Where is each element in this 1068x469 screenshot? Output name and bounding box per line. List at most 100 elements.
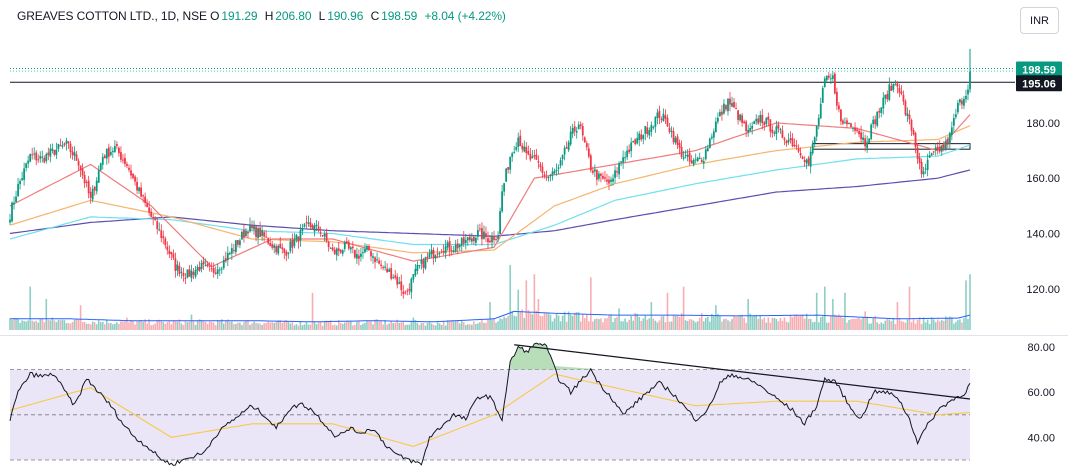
volume-bar bbox=[319, 321, 322, 330]
volume-bar bbox=[680, 313, 683, 330]
volume-bar bbox=[930, 317, 933, 330]
candle-body bbox=[442, 251, 445, 253]
volume-bar bbox=[71, 321, 74, 330]
candle-body bbox=[495, 239, 497, 241]
volume-bar bbox=[39, 319, 42, 330]
volume-bar bbox=[620, 321, 622, 330]
candle-body bbox=[134, 176, 136, 182]
candle-body bbox=[81, 168, 84, 176]
volume-bar bbox=[507, 315, 509, 330]
volume-bar bbox=[955, 321, 957, 330]
candle-body bbox=[682, 157, 685, 159]
currency-button[interactable]: INR bbox=[1020, 7, 1059, 34]
volume-bar bbox=[47, 319, 50, 330]
candle-body bbox=[313, 225, 316, 232]
candle-body bbox=[305, 222, 308, 224]
candle-body bbox=[670, 130, 673, 133]
volume-bar bbox=[606, 318, 608, 330]
candle-body bbox=[255, 226, 257, 237]
volume-bar bbox=[362, 323, 364, 330]
candle-body bbox=[241, 231, 243, 240]
volume-bar bbox=[136, 321, 138, 330]
candle-body bbox=[228, 252, 231, 255]
volume-bar bbox=[99, 322, 102, 330]
volume-bar bbox=[753, 315, 756, 330]
candle-body bbox=[868, 138, 871, 143]
volume-bar bbox=[378, 321, 380, 330]
candle-body bbox=[67, 141, 70, 144]
candle-body bbox=[245, 230, 247, 236]
candle-body bbox=[880, 107, 883, 114]
candle-body bbox=[192, 272, 195, 275]
volume-bar bbox=[807, 318, 810, 330]
candle-body bbox=[287, 252, 290, 254]
candle-body bbox=[561, 155, 564, 159]
volume-bar bbox=[283, 320, 286, 330]
candle-body bbox=[142, 195, 145, 197]
candle-body bbox=[543, 174, 546, 176]
volume-bar bbox=[370, 321, 372, 330]
candle-body bbox=[952, 118, 955, 126]
volume-bar bbox=[356, 321, 358, 330]
volume-bar bbox=[866, 316, 868, 330]
candle-body bbox=[555, 169, 558, 172]
candle-body bbox=[71, 151, 74, 156]
candle-body bbox=[325, 232, 328, 242]
volume-bar bbox=[37, 322, 40, 330]
candle-body bbox=[862, 137, 865, 141]
volume-bar bbox=[243, 321, 245, 330]
volume-bar bbox=[29, 286, 31, 330]
price-tick-label: 140.00 bbox=[1026, 228, 1060, 240]
volume-bar bbox=[523, 318, 526, 330]
candle-body bbox=[118, 147, 120, 154]
volume-bar bbox=[963, 318, 965, 330]
volume-bar bbox=[846, 322, 848, 330]
volume-bar bbox=[59, 320, 62, 330]
volume-bar bbox=[785, 321, 788, 330]
candle-body bbox=[569, 131, 572, 145]
candle-body bbox=[525, 146, 528, 154]
volume-bar bbox=[233, 324, 235, 330]
volume-bar bbox=[388, 323, 390, 330]
volume-bar bbox=[156, 320, 159, 330]
candle-body bbox=[382, 267, 385, 269]
volume-bar bbox=[27, 320, 29, 330]
candle-body bbox=[809, 151, 812, 167]
candle-body bbox=[854, 127, 856, 131]
volume-bar bbox=[892, 317, 895, 330]
volume-bar bbox=[166, 322, 169, 330]
volume-bar bbox=[533, 274, 536, 330]
volume-bar bbox=[456, 320, 459, 330]
candle-body bbox=[343, 241, 346, 249]
candle-body bbox=[323, 233, 326, 237]
volume-bar bbox=[662, 316, 665, 330]
volume-bar bbox=[97, 320, 100, 330]
volume-bar bbox=[596, 318, 598, 330]
candle-body bbox=[692, 159, 695, 165]
volume-bar bbox=[644, 315, 647, 330]
candle-body bbox=[690, 160, 693, 164]
volume-bar bbox=[210, 321, 213, 330]
candle-body bbox=[910, 119, 913, 131]
volume-bar bbox=[350, 320, 352, 330]
volume-bar bbox=[469, 324, 471, 330]
candle-body bbox=[446, 242, 449, 248]
volume-bar bbox=[648, 318, 651, 330]
candle-body bbox=[277, 245, 280, 254]
candle-body bbox=[49, 148, 52, 157]
candle-body bbox=[234, 240, 237, 253]
volume-bar bbox=[259, 323, 261, 330]
candle-body bbox=[545, 177, 548, 179]
volume-bar bbox=[418, 325, 421, 330]
candle-body bbox=[573, 126, 576, 132]
candle-body bbox=[470, 238, 473, 242]
volume-bar bbox=[654, 320, 657, 330]
volume-bar bbox=[489, 302, 491, 330]
candle-body bbox=[422, 260, 425, 268]
candle-body bbox=[156, 221, 159, 230]
candle-body bbox=[220, 268, 223, 270]
candle-body bbox=[503, 183, 506, 192]
candle-body bbox=[63, 143, 66, 146]
candle-body bbox=[575, 131, 578, 133]
candle-body bbox=[281, 247, 284, 250]
